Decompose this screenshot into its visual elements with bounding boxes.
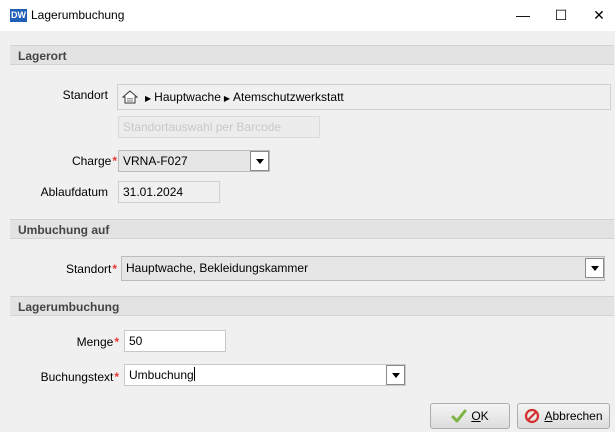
charge-dropdown-chevron-icon[interactable] <box>250 151 269 171</box>
required-marker: * <box>114 335 119 349</box>
section-header-lagerort: Lagerort <box>10 45 614 65</box>
ablaufdatum-field: 31.01.2024 <box>118 181 220 203</box>
required-marker: * <box>112 154 117 168</box>
target-standort-dropdown-chevron-icon[interactable] <box>585 258 604 278</box>
section-header-umbuchung-auf: Umbuchung auf <box>10 219 614 239</box>
maximize-button[interactable]: ☐ <box>546 4 576 26</box>
abbrechen-button[interactable]: Abbrechen <box>517 403 610 429</box>
section-header-lagerumbuchung: Lagerumbuchung <box>10 296 614 316</box>
target-standort-value: Hauptwache, Bekleidungskammer <box>126 261 309 275</box>
minimize-button[interactable]: — <box>508 4 538 26</box>
close-button[interactable]: ✕ <box>584 4 614 26</box>
dialog-window: DW Lagerumbuchung — ☐ ✕ Lagerort Standor… <box>0 0 615 432</box>
ablaufdatum-label: Ablaufdatum <box>40 185 108 199</box>
standort-label: Standort <box>62 88 108 102</box>
buchungstext-dropdown-chevron-icon[interactable] <box>386 365 405 385</box>
charge-label: Charge* <box>71 154 117 168</box>
barcode-input[interactable]: Standortauswahl per Barcode <box>118 116 320 138</box>
ok-button[interactable]: OK <box>430 403 510 429</box>
title-bar[interactable]: DW Lagerumbuchung — ☐ ✕ <box>0 0 615 31</box>
source-location-path: ▶ Hauptwache ▶ Atemschutzwerkstatt <box>117 84 611 110</box>
buchungstext-value: Umbuchung <box>129 368 194 382</box>
buchungstext-label: Buchungstext* <box>40 370 119 384</box>
menge-input[interactable]: 50 <box>124 330 226 352</box>
required-marker: * <box>112 262 117 276</box>
app-icon: DW <box>10 9 27 22</box>
path-separator-icon: ▶ <box>223 94 231 103</box>
window-title: Lagerumbuchung <box>31 8 125 22</box>
charge-value: VRNA-F027 <box>123 154 188 168</box>
required-marker: * <box>114 370 119 384</box>
target-standort-label: Standort* <box>65 262 117 276</box>
home-icon <box>122 90 138 104</box>
checkmark-icon <box>451 409 467 423</box>
path-separator-icon: ▶ <box>145 94 152 103</box>
menge-label: Menge* <box>76 335 119 349</box>
buchungstext-input[interactable]: Umbuchung <box>124 364 406 386</box>
charge-select[interactable]: VRNA-F027 <box>118 150 270 172</box>
cancel-icon <box>525 408 540 424</box>
path-segment-1: Hauptwache <box>154 90 221 104</box>
text-cursor <box>193 367 195 381</box>
path-segment-2: Atemschutzwerkstatt <box>233 90 344 104</box>
target-standort-select[interactable]: Hauptwache, Bekleidungskammer <box>121 256 605 281</box>
